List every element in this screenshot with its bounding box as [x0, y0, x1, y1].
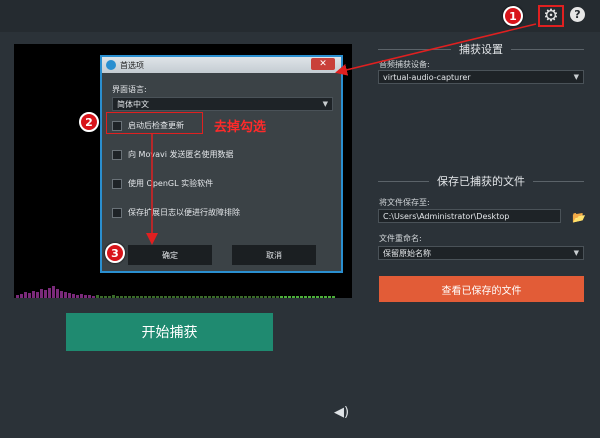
arrow-to-dialog	[335, 23, 537, 76]
annotation-arrows	[146, 23, 537, 245]
